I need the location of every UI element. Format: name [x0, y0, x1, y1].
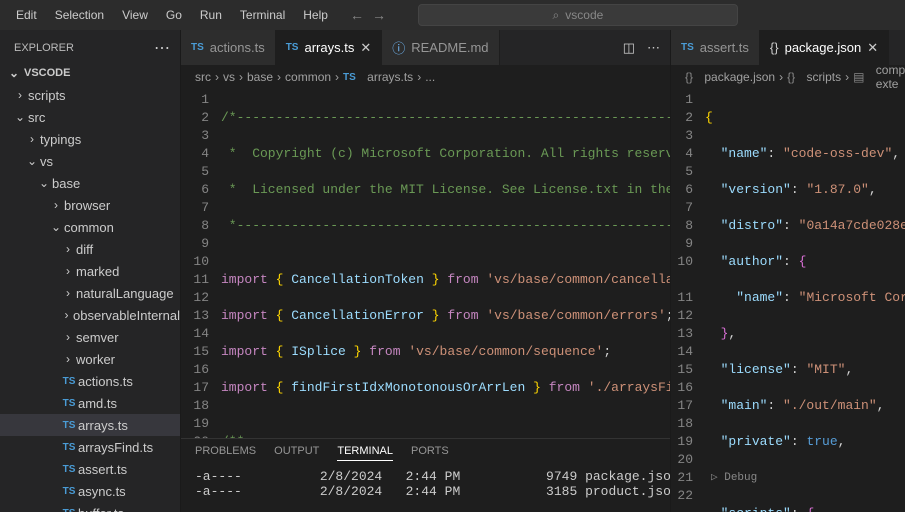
menu-run[interactable]: Run [192, 4, 230, 26]
menu-edit[interactable]: Edit [8, 4, 45, 26]
panel-terminal[interactable]: TERMINAL [337, 445, 393, 461]
command-center-text: vscode [565, 8, 603, 22]
folder-semver[interactable]: ›semver [0, 326, 180, 348]
explorer-title: EXPLORER [14, 42, 74, 54]
folder-scripts[interactable]: ›scripts [0, 84, 180, 106]
editor-group-1: TSactions.ts TSarrays.ts✕ ⓘREADME.md ◫ ⋯… [180, 30, 670, 512]
menu-terminal[interactable]: Terminal [232, 4, 293, 26]
line-gutter: 1 2 3 4 5 6 7 8 9 10 11 12 13 14 15 16 1… [181, 89, 221, 438]
menu-selection[interactable]: Selection [47, 4, 112, 26]
file-buffer[interactable]: TSbuffer.ts [0, 502, 180, 512]
chevron-down-icon[interactable]: ⌄ [6, 66, 22, 80]
tab-arrays[interactable]: TSarrays.ts✕ [276, 30, 383, 65]
file-assert[interactable]: TSassert.ts [0, 458, 180, 480]
code-content-2[interactable]: { "name": "code-oss-dev", "version": "1.… [705, 89, 905, 512]
menu-go[interactable]: Go [158, 4, 190, 26]
close-icon[interactable]: ✕ [867, 40, 878, 56]
file-arrays[interactable]: TSarrays.ts [0, 414, 180, 436]
menu-help[interactable]: Help [295, 4, 336, 26]
code-editor-2[interactable]: 1 2 3 4 5 6 7 8 9 10 11 12 13 14 15 16 1… [671, 89, 905, 512]
tab-assert[interactable]: TSassert.ts [671, 30, 760, 65]
close-icon[interactable]: ✕ [360, 40, 371, 56]
folder-src[interactable]: ⌄src [0, 106, 180, 128]
breadcrumb-1[interactable]: src› vs› base› common› TS arrays.ts› ... [181, 65, 670, 89]
folder-naturallanguage[interactable]: ›naturalLanguage [0, 282, 180, 304]
tab-bar-1: TSactions.ts TSarrays.ts✕ ⓘREADME.md ◫ ⋯ [181, 30, 670, 65]
command-center[interactable]: ⌕ vscode [418, 4, 738, 26]
line-gutter-2: 1 2 3 4 5 6 7 8 9 10 11 12 13 14 15 16 1… [671, 89, 705, 512]
tab-package[interactable]: {}package.json✕ [760, 30, 889, 65]
file-actions[interactable]: TSactions.ts [0, 370, 180, 392]
tab-bar-2: TSassert.ts {}package.json✕ [671, 30, 905, 65]
tab-readme[interactable]: ⓘREADME.md [382, 30, 499, 65]
debug-codelens[interactable]: ▷ Debug [711, 472, 757, 484]
folder-vs[interactable]: ⌄vs [0, 150, 180, 172]
breadcrumb-2[interactable]: {} package.json› {} scripts› ▤ compile-e… [671, 65, 905, 89]
panel-ports[interactable]: PORTS [411, 445, 449, 461]
nav-forward-icon[interactable]: → [372, 7, 386, 23]
info-icon: ⓘ [392, 38, 405, 57]
panel: PROBLEMS OUTPUT TERMINAL PORTS -a---- 2/… [181, 438, 670, 512]
code-content[interactable]: /*--------------------------------------… [221, 89, 670, 438]
tab-actions[interactable]: TSactions.ts [181, 30, 276, 65]
file-tree: ›scripts ⌄src ›typings ⌄vs ⌄base ›browse… [0, 84, 180, 512]
terminal-output[interactable]: -a---- 2/8/2024 2:44 PM 9749 package.jso… [181, 467, 670, 501]
code-editor-1[interactable]: 1 2 3 4 5 6 7 8 9 10 11 12 13 14 15 16 1… [181, 89, 670, 438]
editor-group-2: TSassert.ts {}package.json✕ {} package.j… [670, 30, 905, 512]
project-name: VSCODE [24, 67, 70, 79]
menu-view[interactable]: View [114, 4, 156, 26]
gear-icon: {} [770, 40, 779, 55]
panel-problems[interactable]: PROBLEMS [195, 445, 256, 461]
nav-arrows: ← → [350, 7, 386, 23]
editor-more-icon[interactable]: ⋯ [647, 40, 660, 56]
nav-back-icon[interactable]: ← [350, 7, 364, 23]
folder-base[interactable]: ⌄base [0, 172, 180, 194]
file-async[interactable]: TSasync.ts [0, 480, 180, 502]
explorer-sidebar: EXPLORER ⋯ ⌄ VSCODE ›scripts ⌄src ›typin… [0, 30, 180, 512]
panel-output[interactable]: OUTPUT [274, 445, 319, 461]
folder-worker[interactable]: ›worker [0, 348, 180, 370]
folder-diff[interactable]: ›diff [0, 238, 180, 260]
explorer-more-icon[interactable]: ⋯ [154, 38, 170, 58]
folder-browser[interactable]: ›browser [0, 194, 180, 216]
menubar: Edit Selection View Go Run Terminal Help… [0, 0, 905, 30]
folder-common[interactable]: ⌄common [0, 216, 180, 238]
folder-marked[interactable]: ›marked [0, 260, 180, 282]
folder-typings[interactable]: ›typings [0, 128, 180, 150]
file-amd[interactable]: TSamd.ts [0, 392, 180, 414]
split-editor-icon[interactable]: ◫ [623, 40, 635, 56]
folder-observableinternal[interactable]: ›observableInternal [0, 304, 180, 326]
search-icon: ⌕ [553, 8, 560, 23]
file-arraysfind[interactable]: TSarraysFind.ts [0, 436, 180, 458]
